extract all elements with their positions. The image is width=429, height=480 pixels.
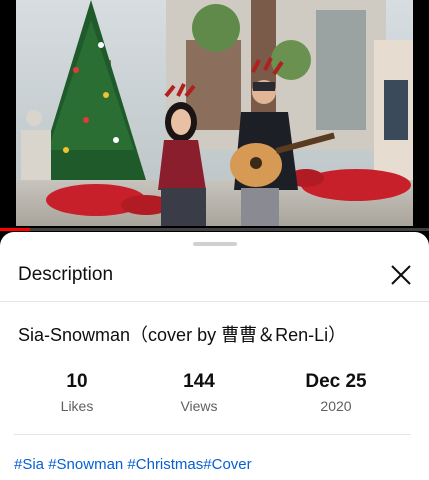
likes-count: 10 [66, 371, 88, 392]
video-player[interactable] [0, 0, 429, 232]
hashtag-link[interactable]: #Christmas [127, 456, 203, 473]
sheet-header: Description [0, 252, 429, 300]
views-label: Views [180, 398, 218, 414]
close-button[interactable] [387, 261, 415, 289]
app-frame: Description Sia-Snowman（cover by 曹曹＆Ren-… [0, 0, 429, 480]
hashtag-list: #Sia #Snowman #Christmas#Cover [14, 456, 252, 473]
hashtag-link[interactable]: #Cover [203, 456, 251, 473]
sheet-drag-handle[interactable] [193, 242, 237, 246]
hashtag-link[interactable]: #Sia [14, 456, 44, 473]
close-icon [391, 265, 411, 285]
upload-date-stat: Dec 25 2020 [276, 370, 396, 414]
sheet-title: Description [18, 264, 114, 285]
views-stat: 144 Views [139, 370, 259, 414]
header-divider [0, 301, 429, 302]
likes-label: Likes [60, 398, 94, 414]
upload-date: Dec 25 [305, 371, 367, 392]
views-count: 144 [183, 371, 215, 392]
video-progress-bar[interactable] [0, 228, 429, 231]
upload-year: 2020 [320, 398, 352, 414]
video-stats: 10 Likes 144 Views Dec 25 2020 [0, 370, 429, 420]
description-sheet: Description Sia-Snowman（cover by 曹曹＆Ren-… [0, 232, 429, 480]
video-thumbnail [16, 0, 413, 226]
likes-stat: 10 Likes [17, 370, 137, 414]
video-progress-fill [0, 228, 31, 231]
video-title: Sia-Snowman（cover by 曹曹＆Ren-Li） [18, 325, 347, 345]
video-frame[interactable] [16, 0, 413, 226]
hashtag-link[interactable]: #Snowman [48, 456, 123, 473]
stats-divider [14, 434, 411, 435]
